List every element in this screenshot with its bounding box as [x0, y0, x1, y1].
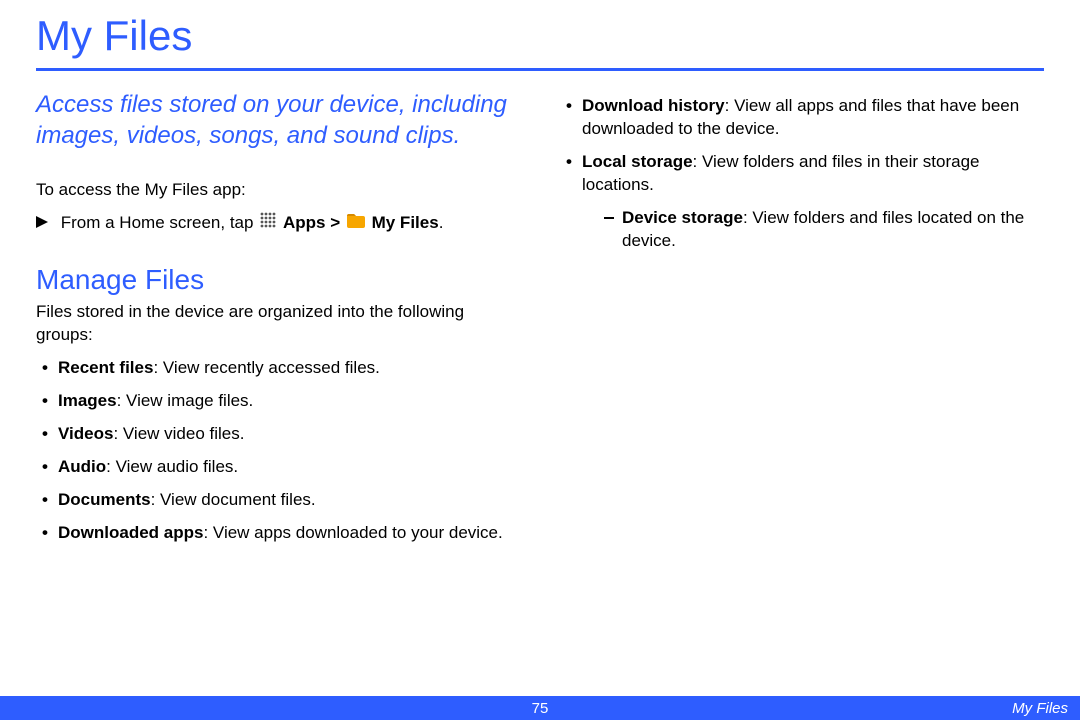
left-column: Access files stored on your device, incl… — [36, 85, 520, 555]
desc: : View image files. — [117, 391, 254, 410]
desc: : View video files. — [113, 424, 244, 443]
access-instruction: From a Home screen, tap Apps > — [36, 212, 520, 235]
list-item: Device storage: View folders and files l… — [582, 207, 1044, 253]
term: Videos — [58, 424, 113, 443]
my-files-label: My Files — [372, 213, 439, 232]
list-item: Images: View image files. — [36, 390, 520, 413]
group-list-left: Recent files: View recently accessed fil… — [36, 357, 520, 545]
columns: Access files stored on your device, incl… — [36, 85, 1044, 555]
term: Recent files — [58, 358, 153, 377]
access-label: To access the My Files app: — [36, 179, 520, 202]
right-column: Download history: View all apps and file… — [560, 85, 1044, 555]
arrow-icon — [36, 212, 48, 235]
list-item: Downloaded apps: View apps downloaded to… — [36, 522, 520, 545]
footer-section: My Files — [1012, 700, 1068, 717]
page-number: 75 — [532, 700, 549, 717]
term: Downloaded apps — [58, 523, 203, 542]
list-item: Recent files: View recently accessed fil… — [36, 357, 520, 380]
group-list-right: Download history: View all apps and file… — [560, 95, 1044, 253]
section-intro: Files stored in the device are organized… — [36, 301, 520, 347]
title-underline — [36, 68, 1044, 71]
desc: : View apps downloaded to your device. — [203, 523, 502, 542]
footer: 75 My Files — [0, 696, 1080, 720]
list-item: Documents: View document files. — [36, 489, 520, 512]
intro-text: Access files stored on your device, incl… — [36, 89, 520, 151]
section-heading: Manage Files — [36, 261, 520, 299]
folder-icon — [347, 212, 365, 235]
apps-label: Apps — [283, 213, 326, 232]
list-item: Audio: View audio files. — [36, 456, 520, 479]
instruction-prefix: From a Home screen, tap — [61, 213, 254, 232]
term: Audio — [58, 457, 106, 476]
list-item: Local storage: View folders and files in… — [560, 151, 1044, 253]
term: Local storage — [582, 152, 693, 171]
desc: : View document files. — [151, 490, 316, 509]
term: Download history — [582, 96, 725, 115]
term: Documents — [58, 490, 151, 509]
term: Device storage — [622, 208, 743, 227]
desc: : View recently accessed files. — [153, 358, 379, 377]
page-title: My Files — [36, 0, 1044, 60]
gt: > — [330, 213, 340, 232]
period: . — [439, 213, 444, 232]
list-item: Videos: View video files. — [36, 423, 520, 446]
desc: : View audio files. — [106, 457, 238, 476]
apps-grid-icon — [260, 212, 276, 235]
sub-list: Device storage: View folders and files l… — [582, 207, 1044, 253]
term: Images — [58, 391, 117, 410]
list-item: Download history: View all apps and file… — [560, 95, 1044, 141]
page: My Files Access files stored on your dev… — [0, 0, 1080, 720]
